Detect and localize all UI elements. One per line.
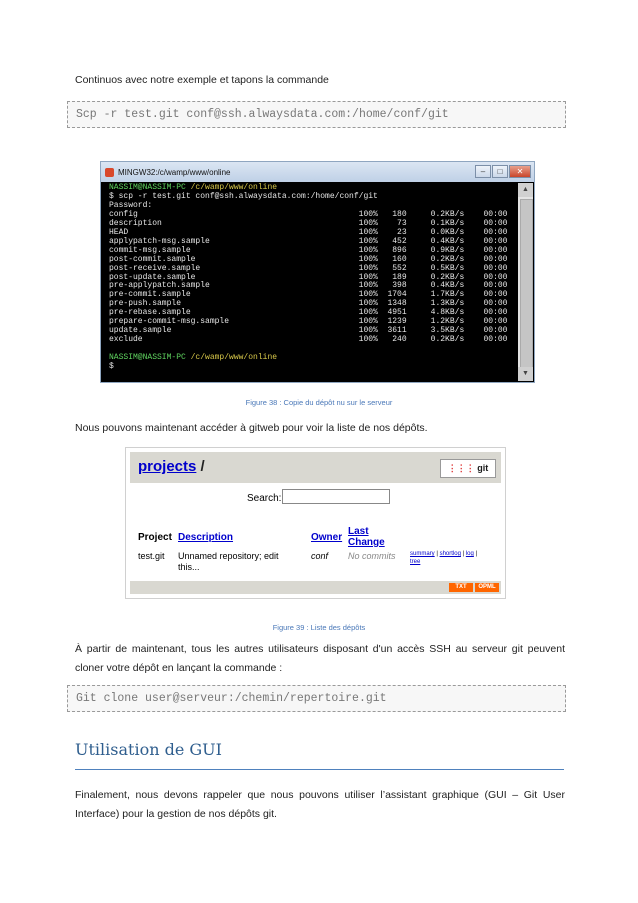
close-button[interactable]: ✕ — [509, 165, 531, 178]
terminal-window: MINGW32:/c/wamp/www/online – □ ✕ NASSIM@… — [100, 161, 535, 383]
section-heading: Utilisation de GUI — [75, 740, 222, 759]
opml-button[interactable]: OPML — [475, 583, 499, 592]
prompt-path: /c/wamp/www/online — [190, 183, 278, 192]
minimize-button[interactable]: – — [475, 165, 491, 178]
header-project: Project — [138, 532, 172, 543]
search-input[interactable] — [282, 489, 390, 504]
figure-39-caption: Figure 39 : Liste des dépôts — [272, 623, 366, 632]
terminal-output: NASSIM@NASSIM-PC /c/wamp/www/online $ scp… — [109, 183, 514, 382]
terminal-command: $ scp -r test.git conf@ssh.alwaysdata.co… — [109, 191, 378, 201]
row-last-change: No commits — [348, 551, 396, 561]
row-project[interactable]: test.git — [138, 551, 165, 562]
row-description: Unnamed repository; edit this... — [178, 551, 279, 573]
intro-text: Continuos avec notre exemple et tapons l… — [75, 74, 329, 86]
scroll-down-arrow-icon[interactable]: ▼ — [518, 367, 533, 381]
header-last-change-line2: Change — [348, 537, 385, 548]
row-description-line2: this... — [178, 562, 200, 572]
mingw-icon — [105, 167, 114, 177]
git-logo[interactable]: ⋮⋮⋮ git — [440, 459, 496, 478]
clone-intro-line1: À partir de maintenant, tous les autres … — [75, 643, 565, 655]
figure-38-caption: Figure 38 : Copie du dépôt nu sur le ser… — [245, 398, 393, 407]
terminal-title: MINGW32:/c/wamp/www/online — [118, 167, 231, 177]
scroll-thumb[interactable] — [520, 199, 533, 371]
prompt-path-2: /c/wamp/www/online — [190, 353, 278, 363]
gitweb-intro-text: Nous pouvons maintenant accéder à gitweb… — [75, 422, 428, 434]
header-description-link[interactable]: Description — [178, 532, 233, 543]
gui-text-line2: Interface) pour la gestion de nos dépôts… — [75, 808, 277, 820]
header-last-change-link[interactable]: Last Change — [348, 526, 385, 548]
search-label: Search: — [247, 493, 282, 504]
header-owner-link[interactable]: Owner — [311, 532, 342, 543]
tree-link[interactable]: tree — [410, 559, 420, 565]
gitweb-title: projects / — [138, 458, 205, 475]
scp-command-code: Scp -r test.git conf@ssh.alwaysdata.com:… — [67, 101, 566, 128]
prompt-user: NASSIM@NASSIM-PC — [109, 183, 186, 192]
summary-link[interactable]: summary — [410, 551, 435, 557]
terminal-titlebar: MINGW32:/c/wamp/www/online – □ ✕ — [101, 162, 534, 182]
maximize-button[interactable]: □ — [492, 165, 508, 178]
prompt-user-2: NASSIM@NASSIM-PC — [109, 353, 186, 363]
row-links: summary | shortlog | log | tree — [410, 551, 478, 565]
gui-text-line1: Finalement, nous devons rappeler que nou… — [75, 789, 565, 801]
terminal-file-row: exclude 100% 240 0.2KB/s 00:00 — [109, 335, 508, 345]
title-separator: / — [200, 458, 205, 475]
final-prompt: $ — [109, 362, 114, 372]
header-last-change-line1: Last — [348, 526, 369, 537]
log-link[interactable]: log — [466, 551, 474, 557]
git-clone-code: Git clone user@serveur:/chemin/repertoir… — [67, 685, 566, 712]
row-owner: conf — [311, 551, 329, 561]
row-description-line1: Unnamed repository; edit — [178, 551, 279, 561]
gitweb-footer: TXT OPML — [130, 581, 501, 594]
gitweb-screenshot: projects / ⋮⋮⋮ git Search: Project Descr… — [125, 447, 506, 599]
projects-link[interactable]: projects — [138, 458, 196, 475]
txt-button[interactable]: TXT — [449, 583, 473, 592]
clone-intro-text: À partir de maintenant, tous les autres … — [75, 640, 565, 678]
clone-intro-line2: cloner votre dépôt en lançant la command… — [75, 662, 283, 674]
shortlog-link[interactable]: shortlog — [440, 551, 461, 557]
gitweb-header: projects / ⋮⋮⋮ git — [130, 452, 501, 483]
gui-text: Finalement, nous devons rappeler que nou… — [75, 786, 565, 824]
terminal-scrollbar[interactable]: ▲ ▼ — [518, 183, 533, 381]
git-logo-text: git — [477, 463, 489, 473]
git-logo-icon: ⋮⋮⋮ — [447, 463, 475, 473]
heading-rule — [75, 769, 564, 770]
scroll-up-arrow-icon[interactable]: ▲ — [518, 183, 533, 197]
